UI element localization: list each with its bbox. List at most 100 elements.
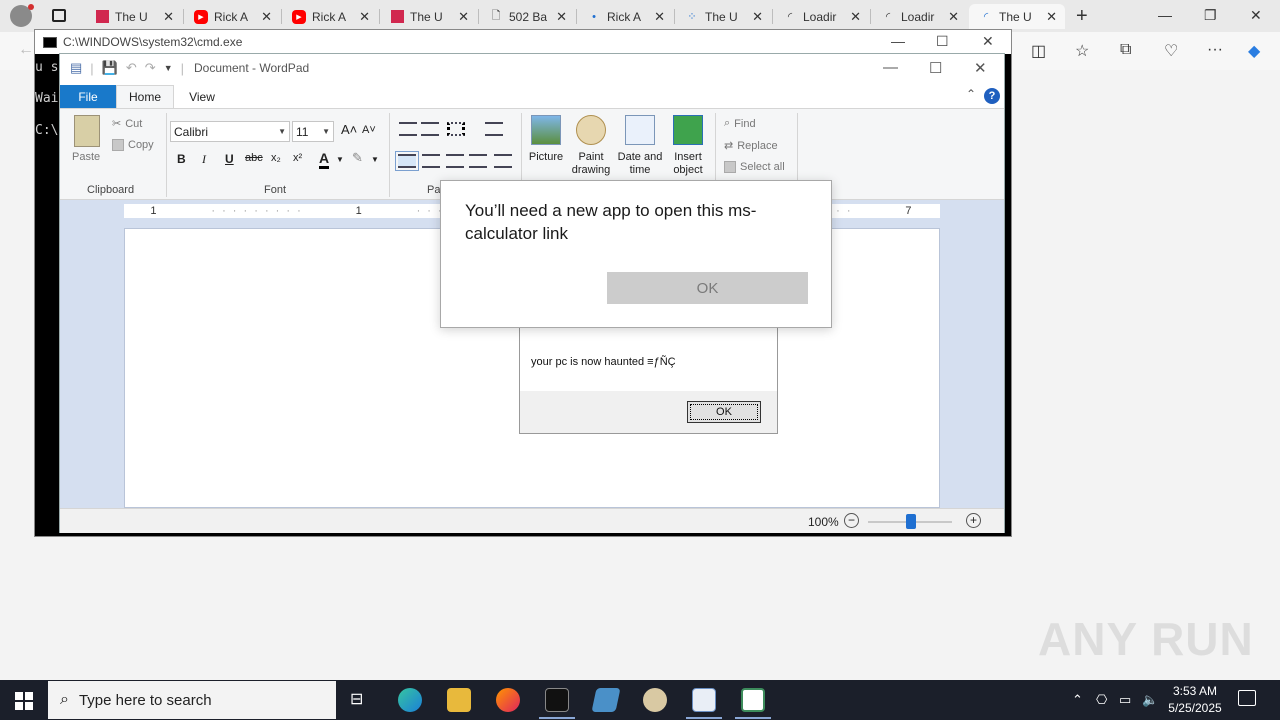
more-menu-icon[interactable]: ···	[1207, 41, 1223, 59]
close-tab-icon[interactable]: ✕	[261, 9, 272, 25]
undo-icon[interactable]: ↶	[126, 60, 137, 76]
tab-file[interactable]: File	[60, 85, 116, 108]
dropdown-icon[interactable]: ▼	[371, 155, 379, 164]
restore-icon[interactable]: ❐	[1204, 7, 1217, 24]
device-icon[interactable]: ⎔	[1096, 692, 1107, 708]
collapse-ribbon-icon[interactable]: ⌃	[966, 87, 976, 101]
paragraph-settings-icon[interactable]	[494, 154, 512, 168]
help-icon[interactable]: ?	[984, 88, 1000, 104]
align-center-icon[interactable]	[422, 154, 440, 168]
font-size-select[interactable]: 11 ▼	[292, 121, 334, 142]
insert-object-button[interactable]: Insert object	[666, 115, 710, 177]
picture-button[interactable]: Picture	[524, 115, 568, 164]
browser-tab[interactable]: 🗋 502 Ba ✕	[479, 4, 575, 29]
browser-tab[interactable]: ▶ Rick A ✕	[282, 4, 378, 29]
browser-tab[interactable]: The U ✕	[381, 4, 477, 29]
highlight-icon[interactable]: ✎	[352, 150, 363, 166]
browser-tab-active[interactable]: ◜ The U ✕	[969, 4, 1065, 29]
maximize-icon[interactable]: ☐	[929, 59, 942, 77]
close-window-icon[interactable]: ✕	[1250, 7, 1262, 24]
copilot-icon[interactable]: ◆	[1248, 41, 1260, 61]
bullets-icon[interactable]	[447, 122, 465, 136]
browser-tab[interactable]: ⁘ The U ✕	[675, 4, 771, 29]
browser-tab[interactable]: • Rick A ✕	[577, 4, 673, 29]
close-tab-icon[interactable]: ✕	[359, 9, 370, 25]
wordpad-taskbar-icon[interactable]	[692, 688, 716, 712]
dialog-ok-button[interactable]: OK	[607, 272, 808, 304]
app-taskbar-icon[interactable]	[741, 688, 765, 712]
extensions-icon[interactable]: ♡	[1164, 41, 1178, 61]
volume-icon[interactable]: 🔈	[1142, 692, 1158, 708]
minimize-icon[interactable]: —	[891, 33, 905, 49]
maximize-icon[interactable]: ☐	[936, 33, 949, 50]
close-tab-icon[interactable]: ✕	[163, 9, 174, 25]
copy-button[interactable]: Copy	[112, 139, 154, 151]
edge-icon[interactable]	[398, 688, 422, 712]
show-hidden-icons-icon[interactable]: ⌃	[1072, 692, 1083, 708]
zoom-in-icon[interactable]: +	[966, 513, 981, 528]
underline-button[interactable]: U	[225, 152, 234, 166]
zoom-out-icon[interactable]: −	[844, 513, 859, 528]
zoom-slider-thumb[interactable]	[906, 514, 916, 529]
text-color-button[interactable]: A	[319, 150, 330, 169]
paste-icon[interactable]	[74, 115, 100, 147]
cmd-taskbar-icon[interactable]	[545, 688, 569, 712]
new-tab-icon[interactable]: +	[1076, 5, 1088, 28]
redo-icon[interactable]: ↷	[145, 60, 156, 76]
increase-indent-icon[interactable]	[421, 122, 439, 136]
split-screen-icon[interactable]: ◫	[1031, 41, 1046, 61]
subscript-button[interactable]: x₂	[271, 152, 281, 164]
ok-button[interactable]: OK	[687, 401, 761, 423]
browser-tab[interactable]: ▶ Rick A ✕	[184, 4, 280, 29]
notepad-icon[interactable]	[591, 688, 621, 712]
align-right-icon[interactable]	[446, 154, 464, 168]
notifications-icon[interactable]	[1238, 690, 1256, 706]
font-family-select[interactable]: Calibri ▼	[170, 121, 290, 142]
close-icon[interactable]: ✕	[974, 59, 987, 77]
network-icon[interactable]: ▭	[1119, 692, 1131, 708]
close-tab-icon[interactable]: ✕	[654, 9, 665, 25]
line-spacing-icon[interactable]	[485, 122, 503, 136]
close-tab-icon[interactable]: ✕	[556, 9, 567, 25]
find-button[interactable]: ⌕ Find	[724, 117, 756, 130]
start-button[interactable]	[15, 692, 33, 710]
date-time-button[interactable]: Date and time	[616, 115, 664, 177]
firefox-icon[interactable]	[496, 688, 520, 712]
bold-button[interactable]: B	[177, 152, 186, 166]
browser-tab[interactable]: ◜ Loadir ✕	[773, 4, 869, 29]
task-view-icon[interactable]: ⊟	[350, 689, 363, 709]
close-tab-icon[interactable]: ✕	[458, 9, 469, 25]
decrease-indent-icon[interactable]	[399, 122, 417, 136]
paint-icon[interactable]	[643, 688, 667, 712]
close-tab-icon[interactable]: ✕	[850, 9, 861, 25]
close-icon[interactable]: ✕	[982, 33, 994, 50]
customize-quick-access-icon[interactable]: ▼	[164, 63, 173, 73]
grow-font-icon[interactable]: A˄	[341, 122, 357, 137]
save-icon[interactable]: 💾	[102, 60, 118, 76]
cut-button[interactable]: ✂ Cut	[112, 117, 142, 131]
tab-home[interactable]: Home	[116, 85, 174, 108]
taskbar-search[interactable]: ⌕ Type here to search	[48, 681, 336, 719]
close-tab-icon[interactable]: ✕	[948, 9, 959, 25]
select-all-button[interactable]: Select all	[724, 161, 785, 173]
shrink-font-icon[interactable]: A˅	[362, 124, 376, 136]
favorites-icon[interactable]: ☆	[1075, 41, 1089, 61]
strikethrough-button[interactable]: abc	[245, 152, 263, 164]
align-left-icon[interactable]	[395, 151, 419, 171]
minimize-icon[interactable]: —	[883, 59, 898, 76]
close-tab-icon[interactable]: ✕	[752, 9, 763, 25]
browser-tab[interactable]: The U ✕	[86, 4, 182, 29]
minimize-icon[interactable]: —	[1158, 7, 1172, 23]
paste-button[interactable]: Paste	[72, 151, 100, 163]
browser-tab[interactable]: ◜ Loadir ✕	[871, 4, 967, 29]
justify-icon[interactable]	[469, 154, 487, 168]
superscript-button[interactable]: x²	[293, 152, 302, 164]
back-icon[interactable]: ←	[18, 41, 34, 59]
dropdown-icon[interactable]: ▼	[336, 155, 344, 164]
replace-button[interactable]: ⇄ Replace	[724, 139, 778, 153]
close-tab-icon[interactable]: ✕	[1046, 9, 1057, 25]
tab-view[interactable]: View	[180, 85, 224, 108]
clock[interactable]: 3:53 AM 5/25/2025	[1166, 683, 1224, 717]
file-explorer-icon[interactable]	[447, 688, 471, 712]
paint-drawing-button[interactable]: Paint drawing	[569, 115, 613, 177]
